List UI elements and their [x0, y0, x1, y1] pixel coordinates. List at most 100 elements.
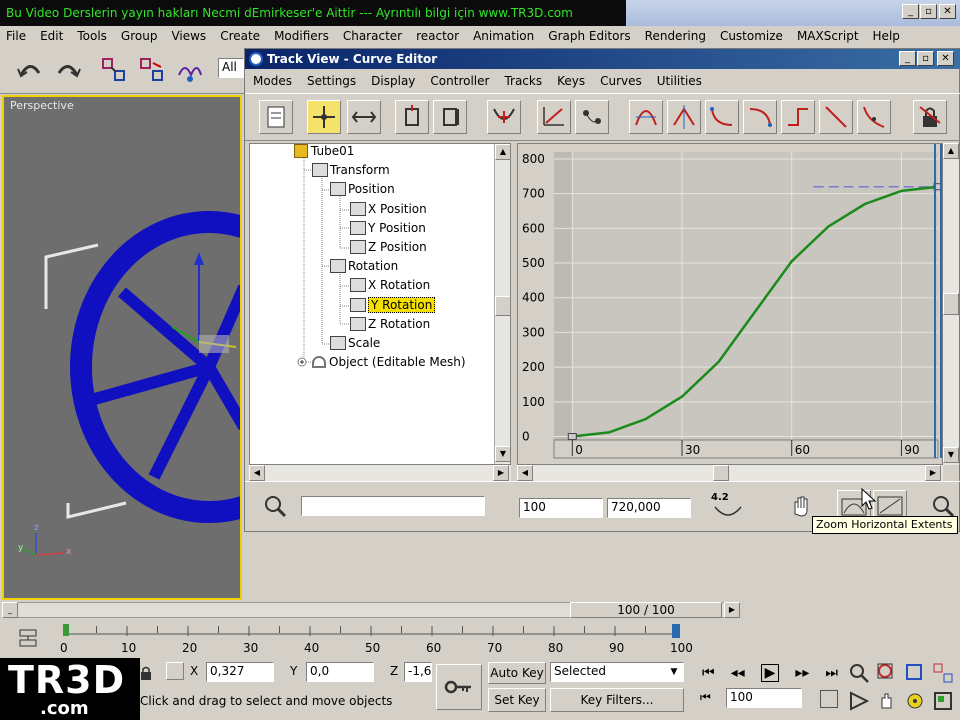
- timeline-ruler[interactable]: 0 10 20 30 40 50 60 70 80 90 100: [60, 622, 700, 658]
- scale-values-icon[interactable]: [433, 100, 467, 134]
- tree-item-scale[interactable]: Scale: [330, 336, 380, 350]
- scroll-up-arrow-icon[interactable]: ▲: [495, 144, 510, 160]
- pan-hand-icon[interactable]: [787, 492, 815, 520]
- menu-file[interactable]: File: [6, 29, 26, 43]
- tangent-custom-icon[interactable]: [667, 100, 701, 134]
- redo-icon[interactable]: [52, 54, 82, 84]
- tangent-linear-icon[interactable]: [819, 100, 853, 134]
- arc-rotate-icon[interactable]: [904, 690, 926, 712]
- time-slider-thumb[interactable]: 100 / 100: [570, 602, 722, 618]
- mini-curve-editor-icon[interactable]: [14, 624, 42, 652]
- scroll-left-arrow-icon[interactable]: ◀: [517, 465, 533, 481]
- scroll-left-arrow-icon[interactable]: ◀: [249, 465, 265, 481]
- auto-key-button[interactable]: Auto Key: [488, 662, 546, 684]
- menu-graph-editors[interactable]: Graph Editors: [548, 29, 630, 43]
- menu-help[interactable]: Help: [873, 29, 900, 43]
- time-configuration-icon[interactable]: [820, 690, 838, 708]
- frame-field[interactable]: 100: [519, 498, 603, 518]
- tree-item-object[interactable]: Object (Editable Mesh): [312, 355, 466, 369]
- scale-keys-icon[interactable]: [395, 100, 429, 134]
- tv-menu-modes[interactable]: Modes: [253, 74, 292, 88]
- slide-keys-icon[interactable]: [347, 100, 381, 134]
- tangent-slow-icon[interactable]: [743, 100, 777, 134]
- timeline[interactable]: 0 10 20 30 40 50 60 70 80 90 100: [0, 622, 960, 658]
- unlink-icon[interactable]: [136, 54, 166, 84]
- curve-editor-graph[interactable]: 0 100 200 300 400 500 600 700 800 0 30 60 90: [517, 143, 943, 465]
- menu-modifiers[interactable]: Modifiers: [274, 29, 329, 43]
- menu-rendering[interactable]: Rendering: [645, 29, 706, 43]
- controller-tree[interactable]: Tube01 Transform Position X Position Y P…: [249, 143, 511, 465]
- menu-create[interactable]: Create: [220, 29, 260, 43]
- tv-menu-settings[interactable]: Settings: [307, 74, 356, 88]
- set-key-button[interactable]: Set Key: [488, 688, 546, 712]
- value-field[interactable]: 720,000: [607, 498, 691, 518]
- pan-icon[interactable]: [876, 690, 898, 712]
- tree-item-transform[interactable]: Transform: [312, 163, 390, 177]
- select-link-icon[interactable]: [98, 54, 128, 84]
- tv-maximize-button[interactable]: ▫: [917, 51, 934, 66]
- lock-selection-icon[interactable]: [140, 666, 152, 680]
- menu-reactor[interactable]: reactor: [416, 29, 459, 43]
- reduce-keys-icon[interactable]: [575, 100, 609, 134]
- draw-curves-icon[interactable]: [537, 100, 571, 134]
- tree-horizontal-scrollbar[interactable]: ◀ ▶: [249, 465, 511, 481]
- key-mode-toggle-icon[interactable]: [436, 664, 482, 710]
- tree-item-y-position[interactable]: Y Position: [350, 221, 426, 235]
- key-filters-button[interactable]: Key Filters...: [550, 688, 684, 712]
- tangent-auto-icon[interactable]: [629, 100, 663, 134]
- z-coord-field[interactable]: -1,63: [404, 662, 432, 682]
- tree-item-y-rotation[interactable]: Y Rotation: [350, 297, 436, 313]
- track-name-field[interactable]: [301, 496, 485, 516]
- tree-vertical-scrollbar[interactable]: ▲ ▼: [494, 144, 510, 464]
- curve-vertical-scrollbar[interactable]: ▲ ▼: [943, 143, 959, 465]
- zoom-all-icon[interactable]: [876, 662, 898, 684]
- zoom-extents-icon[interactable]: [904, 662, 926, 684]
- tv-menu-display[interactable]: Display: [371, 74, 415, 88]
- tv-menu-utilities[interactable]: Utilities: [657, 74, 702, 88]
- scroll-thumb[interactable]: [495, 296, 510, 316]
- track-view-title[interactable]: Track View - Curve Editor: [245, 49, 960, 69]
- tv-minimize-button[interactable]: _: [899, 51, 916, 66]
- menu-animation[interactable]: Animation: [473, 29, 534, 43]
- curve-horizontal-scrollbar[interactable]: ◀ ▶: [517, 465, 943, 481]
- menu-customize[interactable]: Customize: [720, 29, 783, 43]
- tree-item-position[interactable]: Position: [330, 182, 395, 196]
- time-slider[interactable]: _ 100 / 100 ▶: [0, 600, 960, 620]
- field-of-view-icon[interactable]: [848, 690, 870, 712]
- absolute-mode-icon[interactable]: [166, 662, 184, 680]
- scroll-down-arrow-icon[interactable]: ▼: [943, 447, 959, 463]
- zoom-icon[interactable]: [848, 662, 870, 684]
- tree-item-tube01[interactable]: Tube01: [294, 144, 354, 158]
- curve-chart[interactable]: 0 100 200 300 400 500 600 700 800 0 30 60 90: [518, 144, 943, 465]
- perspective-viewport[interactable]: Perspective z x y: [2, 95, 242, 600]
- key-mode-icon[interactable]: ⏮: [700, 690, 720, 710]
- tangent-step-icon[interactable]: [781, 100, 815, 134]
- scroll-thumb[interactable]: [943, 293, 959, 315]
- scroll-thumb[interactable]: [713, 465, 729, 481]
- menu-views[interactable]: Views: [171, 29, 206, 43]
- menu-maxscript[interactable]: MAXScript: [797, 29, 859, 43]
- play-icon[interactable]: ▶: [760, 664, 780, 682]
- show-selected-key-stats-icon[interactable]: 4.2: [711, 492, 747, 522]
- scroll-down-arrow-icon[interactable]: ▼: [495, 446, 510, 462]
- move-keys-icon[interactable]: [307, 100, 341, 134]
- next-frame-arrow-icon[interactable]: ▶: [724, 602, 740, 618]
- current-frame-field[interactable]: 100: [726, 688, 802, 708]
- menu-tools[interactable]: Tools: [77, 29, 107, 43]
- filters-icon[interactable]: [259, 100, 293, 134]
- maximize-viewport-icon[interactable]: [932, 690, 954, 712]
- menu-edit[interactable]: Edit: [40, 29, 63, 43]
- bind-space-warp-icon[interactable]: [174, 54, 204, 84]
- go-to-start-icon[interactable]: ⏮: [702, 665, 715, 681]
- tangent-smooth-icon[interactable]: [857, 100, 891, 134]
- next-frame-icon[interactable]: ▸▸: [795, 665, 809, 681]
- tv-close-button[interactable]: ✕: [937, 51, 954, 66]
- tree-item-x-rotation[interactable]: X Rotation: [350, 278, 430, 292]
- lock-tangents-icon[interactable]: [913, 100, 947, 134]
- maximize-button[interactable]: ▫: [920, 4, 937, 19]
- tree-item-x-position[interactable]: X Position: [350, 202, 427, 216]
- key-mode-dropdown[interactable]: Selected: [550, 662, 684, 682]
- scroll-right-arrow-icon[interactable]: ▶: [925, 465, 941, 481]
- zoom-extents-all-icon[interactable]: [932, 662, 954, 684]
- tv-menu-curves[interactable]: Curves: [600, 74, 642, 88]
